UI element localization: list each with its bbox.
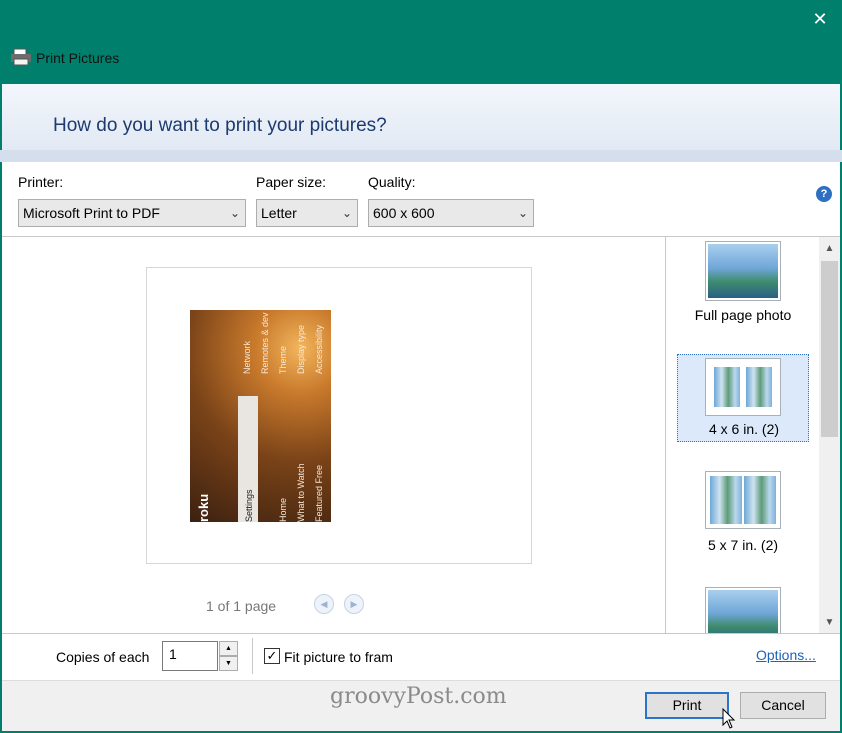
quality-value: 600 x 600: [373, 205, 435, 221]
previous-page-button[interactable]: ◀: [314, 594, 334, 614]
paper-size-value: Letter: [261, 205, 297, 221]
layout-4x6[interactable]: 4 x 6 in. (2): [677, 354, 809, 442]
chevron-down-icon: ⌄: [517, 206, 528, 220]
layout-label: 5 x 7 in. (2): [707, 537, 779, 553]
photo-text-remotes: Remotes & dev: [260, 312, 270, 374]
paper-size-select[interactable]: Letter ⌄: [256, 199, 358, 227]
photo-text-what-to-watch: What to Watch: [296, 463, 306, 522]
scroll-down-icon[interactable]: ▼: [819, 613, 840, 633]
chevron-down-icon: ▼: [225, 660, 232, 667]
photo-text-home: Home: [278, 497, 288, 522]
page-count: 1 of 1 page: [206, 598, 277, 614]
header-question: How do you want to print your pictures?: [53, 115, 387, 136]
divider: [252, 638, 253, 674]
layout-list: Full page photo 4 x 6 in. (2) 5 x 7 in. …: [667, 237, 819, 633]
photo-brand-logo: roku: [196, 493, 211, 522]
copies-label: Copies of each: [56, 649, 150, 665]
decrement-button[interactable]: ▼: [219, 656, 238, 671]
printer-label: Printer:: [18, 174, 64, 190]
arrow-right-icon: ▶: [350, 599, 358, 609]
layout-thumbnail: [705, 587, 781, 633]
print-button[interactable]: Print: [645, 692, 729, 719]
paper-size-label: Paper size:: [256, 174, 327, 190]
printer-select[interactable]: Microsoft Print to PDF ⌄: [18, 199, 246, 227]
copies-input[interactable]: 1: [162, 641, 218, 671]
layout-label: Full page photo: [694, 307, 792, 323]
photo-preview: Network Remotes & dev Theme Display type…: [190, 310, 331, 522]
cancel-button[interactable]: Cancel: [740, 692, 826, 719]
layout-5x7[interactable]: 5 x 7 in. (2): [677, 471, 809, 561]
title-bar: Print Pictures ✕: [0, 0, 842, 84]
layout-full-page[interactable]: Full page photo: [677, 241, 809, 333]
next-page-button[interactable]: ▶: [344, 594, 364, 614]
mouse-cursor-icon: [722, 708, 736, 729]
photo-text-featured-free: Featured Free: [314, 464, 324, 522]
photo-text-accessibility: Accessibility: [314, 324, 324, 374]
layout-label: 4 x 6 in. (2): [708, 421, 780, 437]
scroll-thumb[interactable]: [821, 261, 838, 437]
chevron-down-icon: ⌄: [341, 206, 352, 220]
landscape-thumbnail: [708, 244, 778, 298]
layout-thumbnail: [705, 358, 781, 416]
photo-thumbnail: [710, 476, 742, 524]
photo-text-theme: Theme: [278, 345, 288, 374]
window-title: Print Pictures: [36, 50, 120, 66]
chevron-down-icon: ⌄: [229, 206, 240, 220]
watermark: groovyPost.com: [330, 684, 507, 709]
header-divider: [0, 150, 842, 162]
close-icon: ✕: [812, 8, 828, 29]
layout-thumbnail: [705, 241, 781, 301]
printer-value: Microsoft Print to PDF: [23, 205, 160, 221]
quality-label: Quality:: [368, 174, 416, 190]
layout-scrollbar[interactable]: ▲ ▼: [819, 237, 840, 633]
scroll-up-icon[interactable]: ▲: [819, 239, 840, 259]
printer-icon: [11, 48, 31, 66]
quality-select[interactable]: 600 x 600 ⌄: [368, 199, 534, 227]
help-icon[interactable]: ?: [816, 186, 832, 202]
close-button[interactable]: ✕: [800, 2, 840, 36]
landscape-thumbnail: [708, 590, 778, 633]
options-link[interactable]: Options...: [756, 647, 816, 663]
photo-text-settings: Settings: [244, 489, 254, 522]
arrow-left-icon: ◀: [320, 599, 328, 609]
photo-text-display-type: Display type: [296, 324, 306, 374]
layout-thumbnail: [705, 471, 781, 529]
checkmark-icon: ✓: [266, 648, 278, 663]
chevron-up-icon: ▲: [225, 645, 232, 652]
photo-text-network: Network: [242, 340, 252, 374]
fit-picture-checkbox[interactable]: ✓: [264, 648, 280, 664]
photo-thumbnail: [746, 367, 772, 407]
photo-thumbnail: [744, 476, 776, 524]
photo-thumbnail: [714, 367, 740, 407]
layout-next[interactable]: [677, 587, 809, 633]
fit-picture-label: Fit picture to fram: [284, 649, 393, 665]
increment-button[interactable]: ▲: [219, 641, 238, 656]
